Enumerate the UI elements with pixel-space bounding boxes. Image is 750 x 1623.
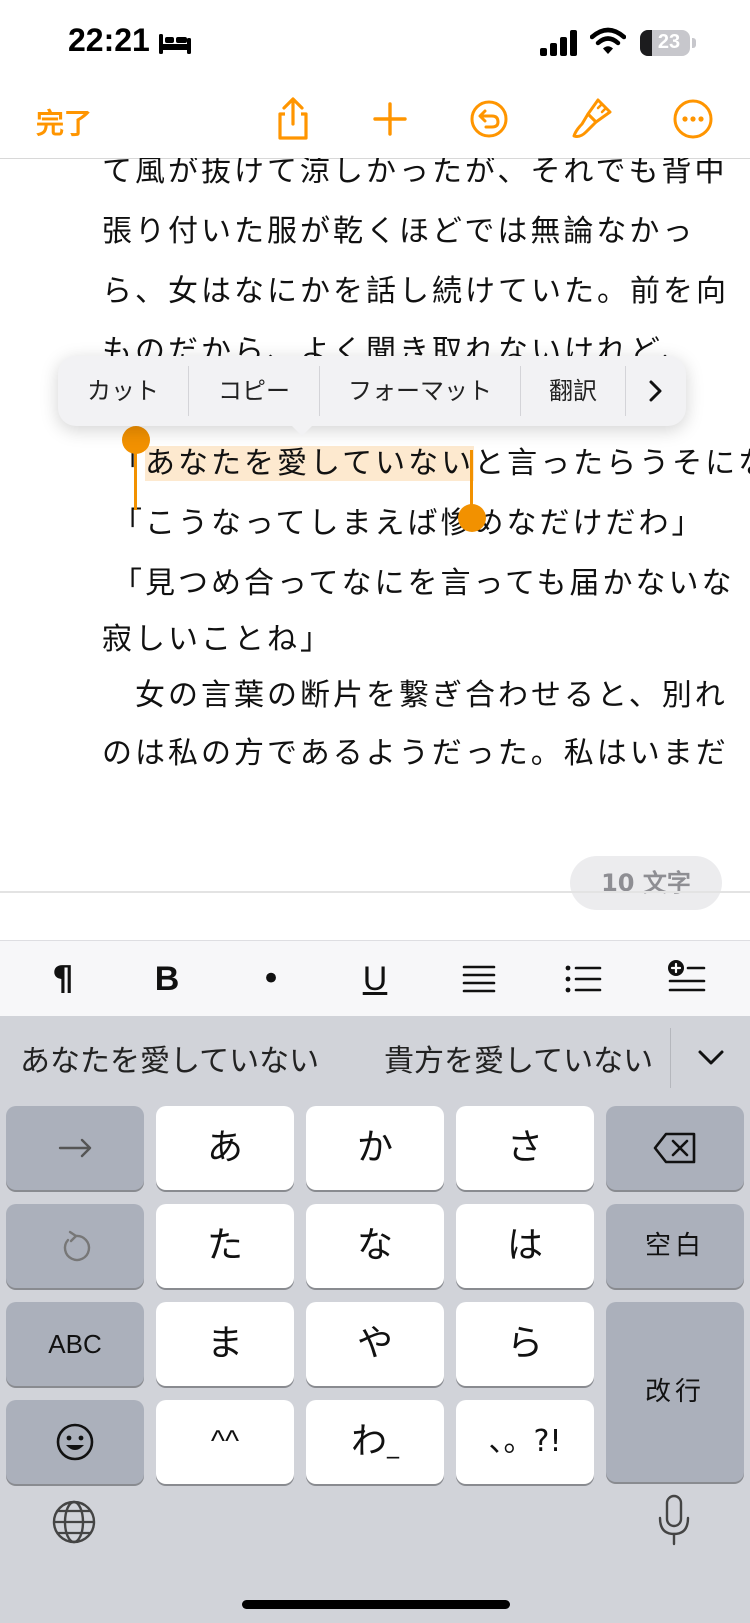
status-bar: 22:21 23	[0, 0, 750, 80]
text-line: 張り付いた服が乾くほどでは無論なかっ	[102, 214, 696, 249]
text-line: 「こうなってしまえば惨めなだけだわ」	[112, 506, 705, 541]
document-bottom-divider	[0, 891, 750, 893]
key-na[interactable]: な	[306, 1204, 444, 1288]
list-icon[interactable]	[558, 955, 608, 1003]
abc-key[interactable]: ABC	[6, 1302, 144, 1386]
delete-icon	[653, 1132, 696, 1164]
key-ha[interactable]: は	[456, 1204, 594, 1288]
text-line: 女の言葉の断片を繋ぎ合わせると、別れ	[102, 678, 728, 713]
menu-format[interactable]: フォーマット	[320, 356, 520, 426]
text-suffix: と言ったらうそにな	[474, 446, 750, 481]
text-line: て風が抜けて涼しかったが、それでも背中	[102, 158, 728, 189]
undo-key[interactable]	[6, 1204, 144, 1288]
keyboard: あなたを愛していない 貴方を愛していない あ か さ た な は 空白 ABC …	[0, 1016, 750, 1623]
emoji-icon	[56, 1423, 94, 1461]
bold-button[interactable]: B	[142, 955, 192, 1003]
candidate-bar: あなたを愛していない 貴方を愛していない	[0, 1016, 750, 1106]
next-key[interactable]	[6, 1106, 144, 1190]
menu-cut[interactable]: カット	[58, 356, 188, 426]
space-key[interactable]: 空白	[606, 1204, 744, 1288]
candidate-1[interactable]: あなたを愛していない	[20, 1036, 319, 1080]
text-line: 寂しいことね」	[102, 622, 333, 657]
key-a[interactable]: あ	[156, 1106, 294, 1190]
align-icon[interactable]	[454, 955, 504, 1003]
paintbrush-icon[interactable]	[568, 96, 614, 142]
selection-end-handle-line	[470, 450, 473, 512]
more-icon[interactable]	[670, 96, 716, 142]
key-ra[interactable]: ら	[456, 1302, 594, 1386]
return-key[interactable]: 改行	[606, 1302, 744, 1482]
chevron-down-icon[interactable]	[694, 1040, 728, 1074]
format-bar: ¶ B • U	[0, 940, 750, 1016]
context-menu: カット コピー フォーマット 翻訳	[58, 356, 686, 426]
candidate-2[interactable]: 貴方を愛していない	[384, 1036, 670, 1080]
word-count-badge[interactable]: 10 文字	[570, 856, 722, 910]
key-sa[interactable]: さ	[456, 1106, 594, 1190]
cellular-signal-icon	[540, 30, 577, 56]
selected-text-line: 「あなたを愛していないと言ったらうそにな	[112, 438, 750, 482]
underline-button[interactable]: U	[350, 955, 400, 1003]
insert-icon[interactable]	[662, 955, 712, 1003]
key-ma[interactable]: ま	[156, 1302, 294, 1386]
text-line: ら、女はなにかを話し続けていた。前を向	[102, 274, 729, 309]
document-body[interactable]: て風が抜けて涼しかったが、それでも背中 張り付いた服が乾くほどでは無論なかっ ら…	[0, 158, 750, 888]
key-ta[interactable]: た	[156, 1204, 294, 1288]
status-time: 22:21	[68, 22, 150, 58]
context-menu-pointer	[288, 422, 316, 436]
arrow-right-icon	[58, 1138, 92, 1158]
menu-translate[interactable]: 翻訳	[521, 356, 625, 426]
globe-icon[interactable]	[50, 1498, 98, 1546]
battery-icon: 23	[640, 30, 696, 56]
done-button[interactable]: 完了	[36, 102, 92, 142]
selected-text[interactable]: あなたを愛していない	[145, 446, 475, 481]
wifi-icon	[590, 27, 626, 54]
delete-key[interactable]	[606, 1106, 744, 1190]
battery-level: 23	[657, 31, 681, 53]
undo-arrow-icon	[63, 1230, 91, 1262]
key-wa[interactable]: わ_	[306, 1400, 444, 1484]
paragraph-style-button[interactable]: ¶	[38, 955, 88, 1003]
add-icon[interactable]	[367, 96, 413, 142]
selection-end-handle[interactable]	[458, 504, 486, 532]
key-wa-underline: _	[387, 1431, 399, 1459]
key-punctuation[interactable]: 、。?!	[456, 1400, 594, 1484]
bed-icon	[159, 34, 191, 54]
chevron-right-icon[interactable]	[642, 378, 668, 404]
bullet-button[interactable]: •	[246, 955, 296, 1003]
text-line: のは私の方であるようだった。私はいまだ	[102, 736, 729, 771]
key-kaomoji[interactable]: ^^	[156, 1400, 294, 1484]
menu-copy[interactable]: コピー	[189, 356, 319, 426]
text-line: 「見つめ合ってなにを言っても届かないな	[112, 566, 735, 601]
top-toolbar: 完了	[0, 80, 750, 159]
undo-icon[interactable]	[466, 96, 512, 142]
key-ya[interactable]: や	[306, 1302, 444, 1386]
emoji-key[interactable]	[6, 1400, 144, 1484]
key-ka[interactable]: か	[306, 1106, 444, 1190]
home-indicator[interactable]	[242, 1600, 510, 1609]
key-wa-label: わ	[350, 1421, 387, 1462]
selection-start-handle[interactable]	[122, 426, 150, 454]
share-icon[interactable]	[270, 96, 316, 142]
microphone-icon[interactable]	[656, 1494, 692, 1548]
